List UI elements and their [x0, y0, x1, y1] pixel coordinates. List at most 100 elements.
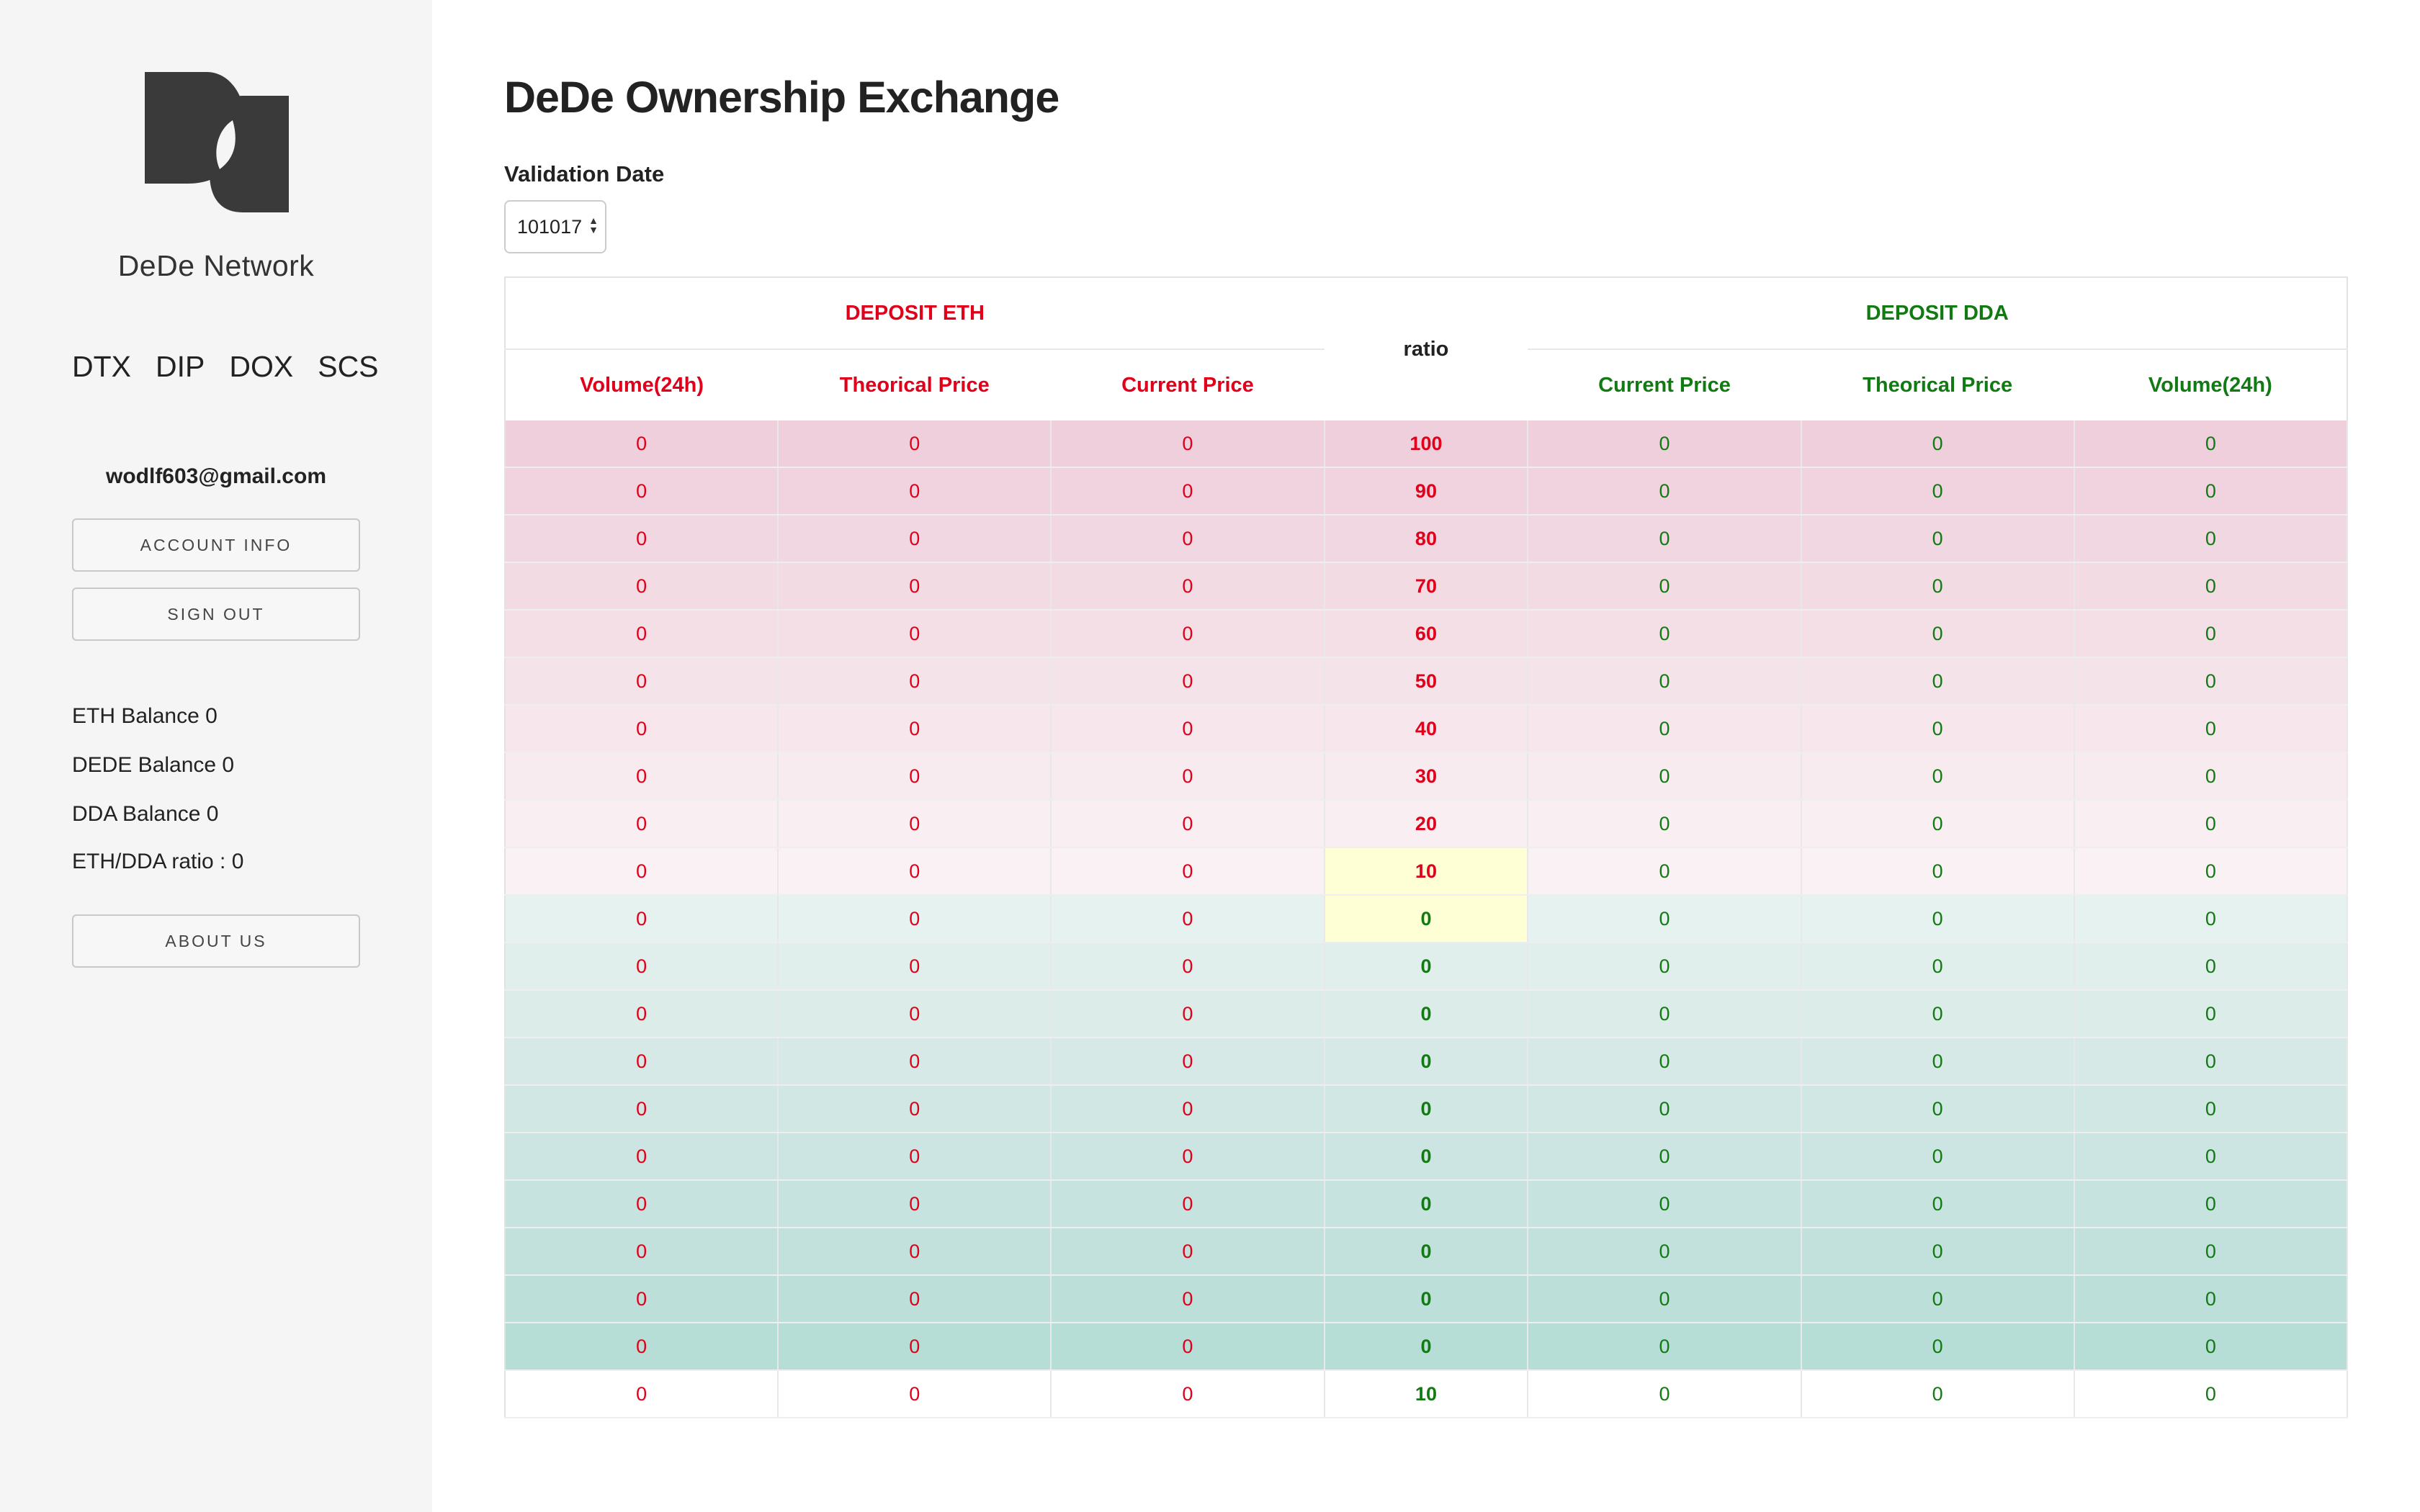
eth-cell: 0 — [505, 705, 779, 753]
dda-cell: 0 — [2074, 1323, 2349, 1371]
eth-cell: 0 — [1051, 705, 1325, 753]
eth-cell: 0 — [505, 895, 779, 943]
dda-cell: 0 — [1801, 657, 2075, 706]
eth-cell: 0 — [1051, 990, 1325, 1038]
eth-cell: 0 — [505, 752, 779, 801]
table-row[interactable]: 0000000 — [505, 1133, 2349, 1181]
dda-cell: 0 — [2074, 1275, 2349, 1323]
eth-cell: 0 — [1051, 1323, 1325, 1371]
dda-volume-header: Volume(24h) — [2074, 349, 2347, 420]
dda-cell: 0 — [1528, 467, 1802, 516]
dda-cell: 0 — [1801, 467, 2075, 516]
ratio-cell: 0 — [1324, 1323, 1529, 1371]
table-row[interactable]: 0000000 — [505, 1038, 2349, 1086]
table-row[interactable]: 0 0 0 20 0 0 0 — [505, 800, 2349, 848]
table-row[interactable]: 0 0 0 10 0 0 0 — [505, 847, 2349, 896]
dda-cell: 0 — [1801, 895, 2075, 943]
nav-dox[interactable]: DOX — [229, 350, 293, 384]
table-row[interactable]: 0000000 — [505, 1323, 2349, 1371]
table-row[interactable]: 0000000 — [505, 895, 2349, 943]
dda-cell: 0 — [1528, 657, 1802, 706]
table-row[interactable]: 0 0 0 90 0 0 0 — [505, 467, 2349, 516]
dda-cell: 0 — [1801, 1085, 2075, 1133]
eth-cell: 0 — [778, 1133, 1052, 1181]
main-content: DeDe Ownership Exchange Validation Date … — [504, 0, 2420, 1512]
eth-cell: 0 — [1051, 1085, 1325, 1133]
table-row[interactable]: 0 0 0 80 0 0 0 — [505, 515, 2349, 563]
dda-cell: 0 — [1528, 1228, 1802, 1276]
eth-dda-ratio: ETH/DDA ratio : 0 — [72, 850, 244, 873]
table-row[interactable]: 0 0 0 70 0 0 0 — [505, 562, 2349, 611]
dda-cell: 0 — [2074, 610, 2349, 658]
eth-cell: 0 — [778, 990, 1052, 1038]
eth-cell: 0 — [778, 467, 1052, 516]
eth-cell: 0 — [1051, 1180, 1325, 1228]
dda-cell: 0 — [1801, 752, 2075, 801]
ratio-cell: 0 — [1324, 1228, 1529, 1276]
dda-cell: 0 — [1528, 562, 1802, 611]
brand-name: DeDe Network — [117, 249, 315, 282]
updown-arrows-icon: ▲ ▼ — [588, 215, 599, 235]
eth-cell: 0 — [505, 1180, 779, 1228]
dda-cell: 0 — [1528, 1370, 1802, 1418]
eth-cell: 0 — [505, 1085, 779, 1133]
nav-dip[interactable]: DIP — [156, 350, 205, 384]
dda-cell: 0 — [1801, 990, 2075, 1038]
eth-cell: 0 — [505, 515, 779, 563]
ratio-cell: 10 — [1324, 847, 1529, 896]
user-email: wodlf603@gmail.com — [106, 464, 326, 488]
ratio-cell: 0 — [1324, 1085, 1529, 1133]
ratio-cell: 0 — [1324, 990, 1529, 1038]
dda-cell: 0 — [1801, 1038, 2075, 1086]
eth-cell: 0 — [778, 1370, 1052, 1418]
eth-cell: 0 — [505, 657, 779, 706]
validation-date-select[interactable]: 101017 ▲ ▼ — [504, 200, 606, 253]
dda-cell: 0 — [1528, 847, 1802, 896]
dda-cell: 0 — [1528, 1275, 1802, 1323]
sidebar: DeDe Network DTX DIP DOX SCS wodlf603@gm… — [0, 0, 432, 1512]
eth-cell: 0 — [778, 1323, 1052, 1371]
table-row[interactable]: 0000000 — [505, 942, 2349, 991]
nav-dtx[interactable]: DTX — [72, 350, 131, 384]
table-row[interactable]: 0000000 — [505, 1085, 2349, 1133]
dda-cell: 0 — [2074, 562, 2349, 611]
eth-cell: 0 — [505, 562, 779, 611]
table-row[interactable]: 0000000 — [505, 1275, 2349, 1323]
table-row[interactable]: 0000000 — [505, 990, 2349, 1038]
sign-out-button[interactable]: SIGN OUT — [72, 588, 360, 641]
dda-cell: 0 — [1528, 1133, 1802, 1181]
eth-cell: 0 — [505, 467, 779, 516]
dda-cell: 0 — [2074, 990, 2349, 1038]
dda-cell: 0 — [2074, 800, 2349, 848]
eth-cell: 0 — [1051, 610, 1325, 658]
eth-cell: 0 — [1051, 467, 1325, 516]
about-us-button[interactable]: ABOUT US — [72, 914, 360, 968]
dda-cell: 0 — [1801, 705, 2075, 753]
account-info-button[interactable]: ACCOUNT INFO — [72, 518, 360, 572]
dda-cell: 0 — [1528, 1038, 1802, 1086]
eth-cell: 0 — [505, 420, 779, 468]
table-row[interactable]: 0000000 — [505, 1228, 2349, 1276]
eth-cell: 0 — [1051, 657, 1325, 706]
table-row[interactable]: 0 0 0 40 0 0 0 — [505, 705, 2349, 753]
dda-cell: 0 — [1528, 420, 1802, 468]
dda-cell: 0 — [1801, 515, 2075, 563]
ratio-cell: 30 — [1324, 752, 1529, 801]
table-row[interactable]: 0 0 0 60 0 0 0 — [505, 610, 2349, 658]
dda-cell: 0 — [1528, 610, 1802, 658]
table-row[interactable]: 0 0 0 50 0 0 0 — [505, 657, 2349, 706]
eth-cell: 0 — [1051, 752, 1325, 801]
table-row[interactable]: 0 0 0 30 0 0 0 — [505, 752, 2349, 801]
table-row[interactable]: 0000000 — [505, 1180, 2349, 1228]
table-row[interactable]: 0 0 0 10 0 0 0 — [505, 1370, 2349, 1418]
dda-cell: 0 — [2074, 895, 2349, 943]
table-row[interactable]: 0 0 0 100 0 0 0 — [505, 420, 2349, 468]
eth-cell: 0 — [778, 705, 1052, 753]
nav-scs[interactable]: SCS — [318, 350, 378, 384]
eth-balance: ETH Balance 0 — [72, 704, 218, 728]
dda-cell: 0 — [1528, 752, 1802, 801]
eth-cell: 0 — [778, 895, 1052, 943]
eth-cell: 0 — [505, 1228, 779, 1276]
dda-cell: 0 — [1528, 800, 1802, 848]
eth-cell: 0 — [1051, 1228, 1325, 1276]
